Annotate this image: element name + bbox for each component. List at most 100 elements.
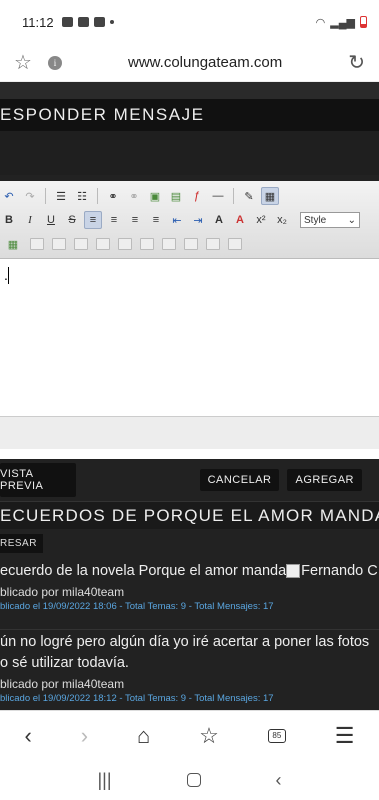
recent-apps-icon[interactable]: |||: [97, 770, 111, 791]
numbered-list-icon[interactable]: ☰: [52, 187, 70, 205]
system-nav: ||| ‹: [0, 760, 379, 800]
browser-url-bar: ☆ i www.colungateam.com ↻: [0, 44, 379, 82]
browser-bottom-nav: ‹ › ⌂ ☆ 85 ☰: [0, 710, 379, 760]
respond-title: ESPONDER MENSAJE: [0, 99, 379, 131]
link-icon[interactable]: ⚭: [104, 187, 122, 205]
toolbar-row-2: B I U S ≡ ≡ ≡ ≡ ⇤ ⇥ A A x² x₂ Style ⌄: [0, 208, 379, 232]
rich-text-editor: ↶ ↷ ☰ ☷ ⚭ ⚭ ▣ ▤ ƒ — ✎ ▦ B I U S ≡ ≡ ≡ ≡ …: [0, 181, 379, 459]
respond-subheader: [0, 131, 379, 175]
image-insert-icon[interactable]: ▣: [146, 187, 164, 205]
indent-icon[interactable]: ⇥: [189, 211, 207, 229]
topic-title: ECUERDOS DE PORQUE EL AMOR MANDA: [0, 501, 379, 529]
gmail-icon: [77, 17, 89, 27]
flash-icon[interactable]: ƒ: [188, 187, 206, 205]
battery-low-icon: [360, 16, 367, 28]
post-item: ún no logré pero algún día yo iré acerta…: [0, 629, 379, 704]
col-after-icon[interactable]: [162, 238, 176, 250]
toolbar-row-1: ↶ ↷ ☰ ☷ ⚭ ⚭ ▣ ▤ ƒ — ✎ ▦: [0, 184, 379, 208]
bulleted-list-icon[interactable]: ☷: [73, 187, 91, 205]
outdent-icon[interactable]: ⇤: [168, 211, 186, 229]
text-color-icon[interactable]: A: [210, 211, 228, 229]
table-icon[interactable]: ▦: [261, 187, 279, 205]
info-icon[interactable]: i: [48, 55, 62, 70]
toolbar-row-3: ▦: [0, 232, 379, 256]
url-text[interactable]: www.colungateam.com: [62, 54, 348, 71]
split-cells-icon[interactable]: [206, 238, 220, 250]
post-text: ecuerdo de la novela Porque el amor mand…: [0, 561, 379, 582]
horizontal-rule-icon[interactable]: —: [209, 187, 227, 205]
text-caret: [7, 267, 9, 285]
back-icon[interactable]: ‹: [24, 723, 31, 749]
toolbar-divider: [233, 188, 234, 204]
menu-icon[interactable]: ☰: [335, 723, 355, 749]
style-select-value: Style: [304, 214, 327, 226]
header-strip: [0, 82, 379, 99]
delete-row-icon[interactable]: [118, 238, 132, 250]
page-content: ESPONDER MENSAJE ↶ ↷ ☰ ☷ ⚭ ⚭ ▣ ▤ ƒ — ✎ ▦: [0, 82, 379, 710]
back-button[interactable]: RESAR: [0, 534, 43, 553]
superscript-icon[interactable]: x²: [252, 211, 270, 229]
align-left-icon[interactable]: ≡: [84, 211, 102, 229]
editor-toolbar: ↶ ↷ ☰ ☷ ⚭ ⚭ ▣ ▤ ƒ — ✎ ▦ B I U S ≡ ≡ ≡ ≡ …: [0, 181, 379, 259]
italic-icon[interactable]: I: [21, 211, 39, 229]
editor-footer: [0, 416, 379, 449]
post-meta[interactable]: blicado el 19/09/2022 18:12 - Total Tema…: [0, 693, 379, 704]
bold-icon[interactable]: B: [0, 211, 18, 229]
image-gallery-icon[interactable]: ▤: [167, 187, 185, 205]
post-body-line2: o sé utilizar todavía.: [0, 655, 129, 671]
bookmarks-icon[interactable]: ☆: [199, 723, 219, 749]
status-left-icons: [61, 17, 114, 27]
strikethrough-icon[interactable]: S: [63, 211, 81, 229]
underline-icon[interactable]: U: [42, 211, 60, 229]
table-props-icon[interactable]: [30, 238, 44, 250]
preview-button[interactable]: VISTA PREVIA: [0, 463, 76, 497]
align-justify-icon[interactable]: ≡: [147, 211, 165, 229]
row-before-icon[interactable]: [74, 238, 88, 250]
broken-image-icon: [286, 564, 301, 579]
row-after-icon[interactable]: [96, 238, 110, 250]
star-icon[interactable]: ☆: [14, 50, 36, 75]
align-right-icon[interactable]: ≡: [126, 211, 144, 229]
tabs-icon[interactable]: 85: [267, 728, 286, 743]
home-icon[interactable]: ⌂: [137, 723, 150, 749]
style-select[interactable]: Style ⌄: [300, 212, 360, 228]
system-back-icon[interactable]: ‹: [275, 770, 281, 791]
cell-props-icon[interactable]: [52, 238, 66, 250]
toolbar-divider: [45, 188, 46, 204]
broken-image-alt: Fernando C: [301, 563, 378, 579]
system-home-icon[interactable]: [186, 773, 201, 787]
chevron-down-icon: ⌄: [347, 214, 356, 226]
reload-icon[interactable]: ↻: [348, 50, 365, 75]
toolbar-divider: [97, 188, 98, 204]
notification-dot-icon: [109, 20, 114, 24]
cancel-button[interactable]: CANCELAR: [199, 469, 280, 491]
delete-col-icon[interactable]: [184, 238, 198, 250]
image-icon: [61, 17, 73, 27]
signal-icon: ▂▄▆: [330, 16, 355, 29]
col-before-icon[interactable]: [140, 238, 154, 250]
cloud-icon: [93, 17, 105, 27]
background-color-icon[interactable]: A: [231, 211, 249, 229]
post-body: ún no logré pero algún día yo iré acerta…: [0, 634, 370, 650]
form-actions: VISTA PREVIA CANCELAR AGREGAR: [0, 459, 379, 501]
status-bar: 11:12 ◠ ▂▄▆: [0, 0, 379, 44]
post-item: ecuerdo de la novela Porque el amor mand…: [0, 561, 379, 612]
post-author: blicado por mila40team: [0, 585, 125, 599]
redo-icon[interactable]: ↷: [21, 187, 39, 205]
add-button[interactable]: AGREGAR: [287, 469, 362, 491]
forward-icon[interactable]: ›: [81, 723, 88, 749]
subscript-icon[interactable]: x₂: [273, 211, 291, 229]
unlink-icon[interactable]: ⚭: [125, 187, 143, 205]
editor-content-area[interactable]: .: [0, 259, 379, 416]
align-center-icon[interactable]: ≡: [105, 211, 123, 229]
undo-icon[interactable]: ↶: [0, 187, 18, 205]
status-time: 11:12: [22, 14, 54, 30]
status-right-icons: ◠ ▂▄▆: [316, 16, 367, 29]
wifi-icon: ◠: [315, 16, 326, 29]
post-meta[interactable]: blicado el 19/09/2022 18:06 - Total Tema…: [0, 601, 379, 612]
merge-cells-icon[interactable]: [228, 238, 242, 250]
post-body: ecuerdo de la novela Porque el amor mand…: [0, 563, 287, 579]
source-edit-icon[interactable]: ✎: [240, 187, 258, 205]
insert-table-icon[interactable]: ▦: [4, 235, 22, 253]
post-author: blicado por mila40team: [0, 677, 125, 691]
